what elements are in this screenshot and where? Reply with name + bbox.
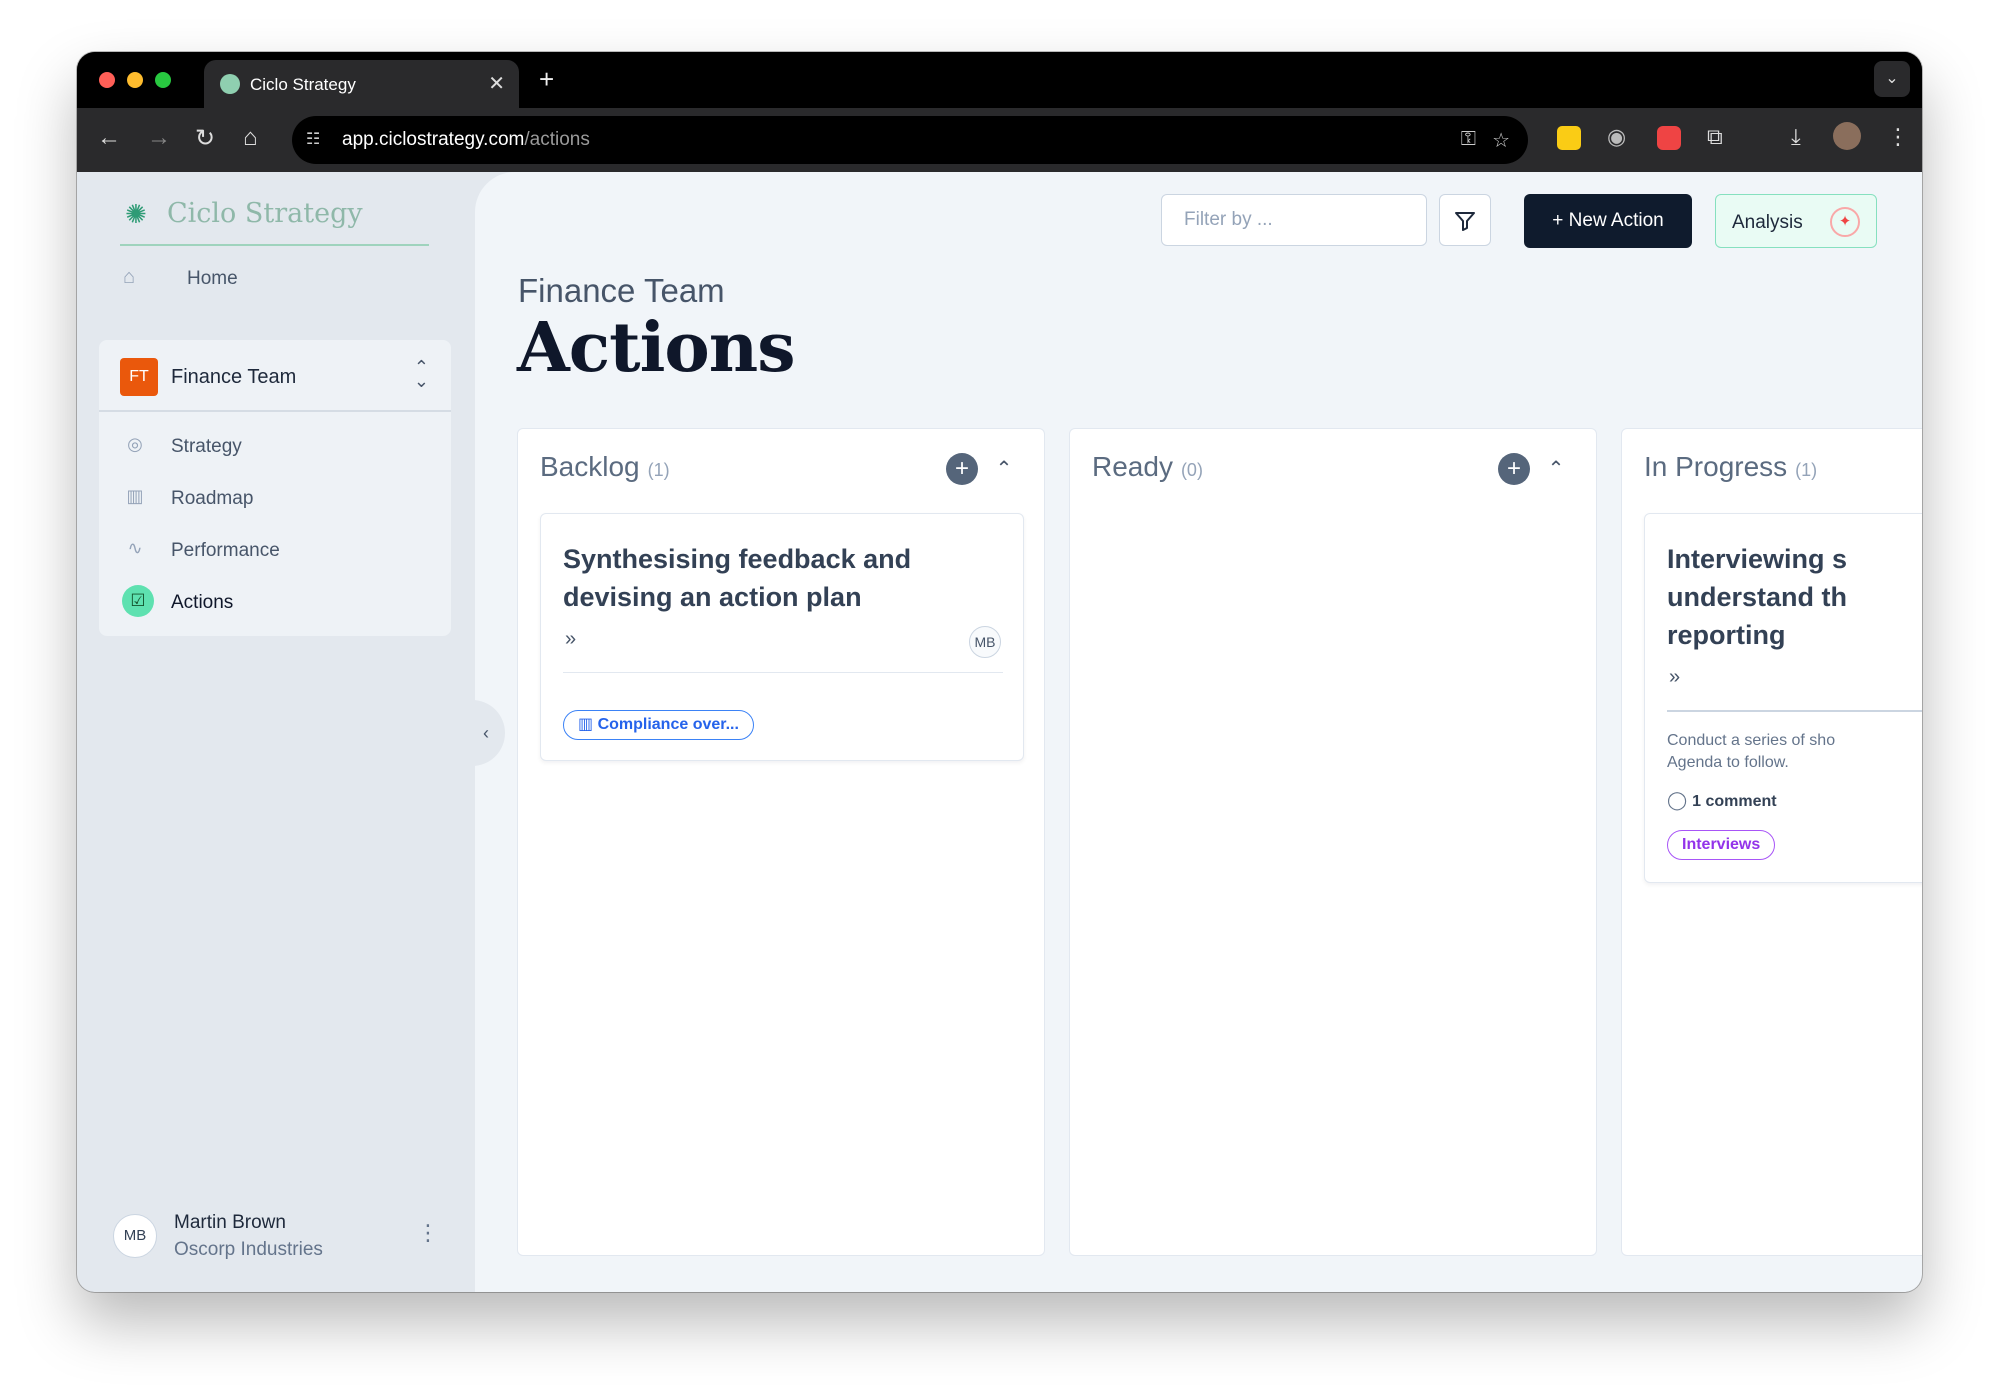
column-ready: Ready (0) + ⌃ [1069, 428, 1597, 1256]
column-count: (1) [1795, 460, 1818, 480]
brand-name: Ciclo Strategy [167, 198, 363, 229]
comment-count[interactable]: ◯ 1 comment [1667, 790, 1777, 811]
card-divider [563, 672, 1003, 673]
compass-icon: ◎ [127, 434, 143, 454]
profile-avatar-icon[interactable] [1833, 122, 1861, 150]
map-icon: ▥ [126, 486, 144, 506]
user-name: Martin Brown [174, 1212, 286, 1233]
card-title: Interviewing s understand th reporting [1667, 544, 1848, 650]
sparkle-icon: ✦ [1830, 207, 1860, 237]
analysis-label: Analysis [1732, 212, 1803, 233]
column-in-progress: In Progress (1) Interviewing s understand… [1621, 428, 1922, 1256]
filter-field[interactable] [1161, 194, 1427, 246]
new-tab-icon[interactable]: + [539, 64, 554, 95]
card-title: Synthesising feedback and devising an ac… [563, 544, 912, 612]
tab-search-icon[interactable]: ⌄ [1874, 61, 1910, 97]
page-title: Actions [517, 308, 795, 388]
home-icon: ⌂ [122, 266, 136, 288]
add-card-icon[interactable]: + [946, 453, 978, 485]
team-card: FT Finance Team ⌃ ⌄ ◎ Strategy ▥ Roadmap … [99, 340, 451, 636]
logo-underline [120, 244, 429, 246]
assignee-avatar[interactable]: MB [969, 626, 1001, 658]
tab-title: Ciclo Strategy [250, 75, 356, 94]
extensions-puzzle-icon[interactable]: ⧉ [1707, 124, 1723, 150]
more-vertical-icon[interactable]: ⋮ [417, 1220, 439, 1246]
address-bar[interactable]: ☷ app.ciclostrategy.com/actions ⚿ ☆ [292, 116, 1528, 164]
chevron-up-icon[interactable]: ⌃ [1542, 453, 1570, 485]
chevrons-right-icon[interactable]: » [1669, 666, 1680, 689]
sidebar-item-label: Home [187, 268, 238, 289]
download-icon[interactable]: ⤓ [1791, 124, 1801, 150]
sidebar-item-label: Roadmap [171, 488, 254, 509]
user-company: Oscorp Industries [174, 1239, 323, 1260]
reload-icon[interactable]: ↻ [195, 124, 215, 153]
column-title: Backlog (1) [540, 451, 670, 482]
main-content: + New Action Analysis ✦ Finance Team Act… [475, 172, 1922, 1292]
home-icon[interactable]: ⌂ [243, 124, 258, 152]
sidebar-item-roadmap[interactable]: ▥ Roadmap [99, 476, 451, 520]
password-key-icon[interactable]: ⚿ [1461, 128, 1476, 151]
team-name: Finance Team [171, 366, 297, 388]
logo-icon: ✺ [125, 199, 147, 229]
close-tab-icon[interactable]: ✕ [488, 71, 505, 96]
column-count: (0) [1180, 460, 1203, 480]
extension-pocket-icon[interactable] [1657, 126, 1681, 150]
chevron-left-icon: ‹ [483, 723, 489, 743]
action-card[interactable]: Interviewing s understand th reporting »… [1644, 513, 1922, 883]
extension-camera-icon[interactable]: ◉ [1607, 124, 1626, 150]
app-root: ✺ Ciclo Strategy ⌂ Home FT Finance Team … [77, 172, 1922, 1292]
sidebar-item-label: Performance [171, 540, 280, 561]
sidebar: ✺ Ciclo Strategy ⌂ Home FT Finance Team … [77, 172, 475, 1292]
new-action-button[interactable]: + New Action [1524, 194, 1692, 248]
sidebar-item-strategy[interactable]: ◎ Strategy [99, 424, 451, 468]
card-divider [1667, 710, 1922, 712]
team-selector[interactable]: FT Finance Team ⌃ ⌄ [99, 340, 451, 412]
activity-icon: ∿ [127, 538, 143, 558]
comment-icon: ◯ [1667, 790, 1693, 810]
sidebar-item-performance[interactable]: ∿ Performance [99, 528, 451, 572]
sidebar-item-home[interactable]: ⌂ Home [99, 256, 451, 300]
minimize-window-button[interactable] [127, 72, 143, 88]
map-icon: ▥ [578, 716, 598, 733]
filter-input[interactable] [1162, 195, 1426, 245]
card-description: Conduct a series of sho Agenda to follow… [1667, 732, 1836, 771]
favicon-icon [220, 74, 240, 94]
browser-window: Ciclo Strategy ✕ + ⌄ ← → ↻ ⌂ ☷ app.ciclo… [77, 52, 1922, 1292]
analysis-button[interactable]: Analysis ✦ [1715, 194, 1877, 248]
sidebar-item-label: Actions [171, 592, 234, 613]
back-icon[interactable]: ← [97, 124, 121, 152]
close-window-button[interactable] [99, 72, 115, 88]
action-card[interactable]: Synthesising feedback and devising an ac… [540, 513, 1024, 761]
tab-strip: Ciclo Strategy ✕ + ⌄ [77, 52, 1922, 108]
check-square-icon: ☑ [122, 585, 154, 617]
page-subtitle: Finance Team [518, 272, 725, 309]
browser-toolbar: ← → ↻ ⌂ ☷ app.ciclostrategy.com/actions … [77, 108, 1922, 172]
url-text: app.ciclostrategy.com/actions [342, 129, 590, 150]
add-card-icon[interactable]: + [1498, 453, 1530, 485]
bookmark-star-icon[interactable]: ☆ [1492, 128, 1510, 153]
browser-menu-icon[interactable]: ⋮ [1887, 124, 1909, 150]
column-title: In Progress (1) [1644, 451, 1818, 482]
filter-icon [1455, 212, 1475, 231]
interviews-tag[interactable]: Interviews [1667, 830, 1776, 860]
browser-tab[interactable]: Ciclo Strategy ✕ [204, 60, 519, 108]
maximize-window-button[interactable] [155, 72, 171, 88]
filter-button[interactable] [1439, 194, 1491, 246]
chevron-up-icon[interactable]: ⌃ [990, 453, 1018, 485]
chevron-up-down-icon: ⌃ ⌄ [413, 357, 429, 391]
avatar: MB [113, 1214, 157, 1258]
extension-notes-icon[interactable] [1557, 126, 1581, 150]
forward-icon[interactable]: → [147, 124, 171, 152]
user-profile[interactable]: MB Martin Brown Oscorp Industries ⋮ [113, 1208, 453, 1268]
sidebar-item-actions[interactable]: ☑ Actions [99, 580, 451, 624]
team-badge: FT [120, 358, 158, 396]
site-info-icon[interactable]: ☷ [306, 129, 328, 151]
sidebar-item-label: Strategy [171, 436, 242, 457]
chevrons-right-icon[interactable]: » [565, 628, 576, 651]
column-title: Ready (0) [1092, 451, 1203, 482]
column-backlog: Backlog (1) + ⌃ Synthesising feedback and… [517, 428, 1045, 1256]
column-count: (1) [647, 460, 670, 480]
roadmap-tag[interactable]: ▥ Compliance over... [563, 710, 754, 740]
